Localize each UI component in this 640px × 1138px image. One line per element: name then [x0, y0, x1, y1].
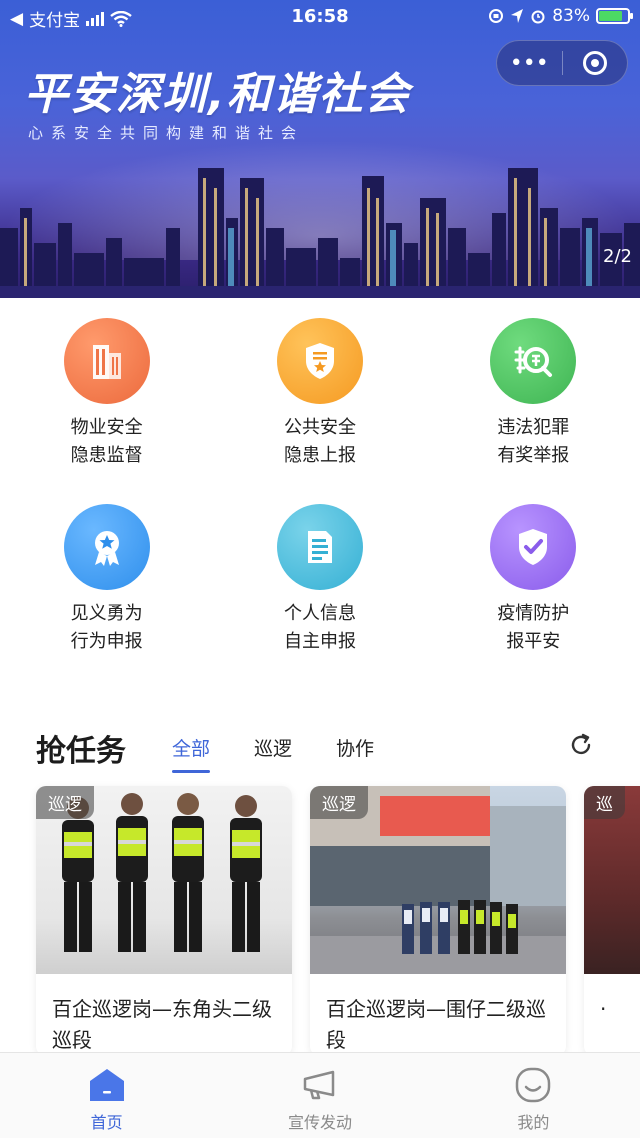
service-label: 物业安全 隐患监督 [70, 417, 143, 466]
tab-home[interactable]: 首页 [0, 1053, 213, 1138]
report-search-icon [514, 346, 553, 377]
tasks-title: 抢任务 [34, 726, 126, 770]
city-skyline-image [0, 168, 640, 298]
service-icon-circle [490, 318, 577, 404]
megaphone-icon [303, 1070, 335, 1100]
app-page: ◀ 支付宝 16:58 83% ••• 平安深圳,和谐社会 心系安全共同构建和谐… [0, 0, 640, 1138]
building-icon [92, 345, 121, 379]
banner-subtitle: 心系安全共同构建和谐社会 [28, 124, 305, 142]
tab-label: 宣传发动 [287, 1113, 352, 1132]
task-card[interactable]: 巡逻 百企巡逻岗—东角头二级巡段 [36, 786, 292, 1056]
service-epidemic-safety[interactable]: 疫情防护 报平安 [427, 504, 640, 656]
more-dots-icon: ••• [509, 50, 549, 76]
banner-title: 平安深圳,和谐社会 [24, 69, 411, 120]
bottom-tab-bar: 首页 宣传发动 我的 [0, 1052, 640, 1138]
shield-check-icon [519, 529, 548, 565]
service-label: 疫情防护 报平安 [497, 603, 570, 652]
service-icon-circle [63, 504, 150, 590]
tab-collaboration[interactable]: 协作 [336, 734, 374, 761]
status-bar: ◀ 支付宝 16:58 83% [0, 0, 640, 34]
task-title: · [600, 997, 607, 1021]
service-label: 见义勇为 行为申报 [70, 603, 143, 652]
miniprogram-capsule: ••• [496, 40, 628, 86]
service-public-safety[interactable]: 公共安全 隐患上报 [213, 318, 426, 470]
task-type-tag: 巡逻 [310, 786, 368, 819]
service-property-safety[interactable]: 物业安全 隐患监督 [0, 318, 213, 470]
battery-percent: 83% [552, 6, 590, 26]
service-personal-info[interactable]: 个人信息 自主申报 [213, 504, 426, 656]
more-options-button[interactable]: ••• [497, 41, 562, 85]
home-icon [89, 1069, 124, 1101]
task-card[interactable]: 巡逻 百企巡逻岗—围仔二级巡段 [310, 786, 566, 1056]
service-label: 违法犯罪 有奖举报 [497, 417, 570, 466]
task-photo: 巡 [584, 786, 640, 974]
medal-icon [94, 531, 119, 566]
service-icon-circle [276, 504, 363, 590]
service-label: 个人信息 自主申报 [283, 603, 356, 652]
service-grid: 物业安全 隐患监督 公共安全 隐患上报 违法犯罪 有奖举报 见义勇为 行为申报 个人信息 [0, 318, 640, 656]
refresh-icon[interactable] [568, 732, 594, 758]
battery-icon [596, 8, 633, 24]
banner-carousel[interactable]: ◀ 支付宝 16:58 83% ••• 平安深圳,和谐社会 心系安全共同构建和谐… [0, 0, 640, 298]
tab-patrol[interactable]: 巡逻 [254, 734, 292, 761]
carousel-pager: 2/2 [603, 246, 632, 267]
service-icon-circle [63, 318, 150, 404]
location-icon [511, 9, 524, 23]
target-icon [582, 51, 607, 75]
profile-icon [516, 1067, 551, 1103]
tasks-header: 抢任务 全部 巡逻 协作 [0, 722, 640, 778]
close-miniprogram-button[interactable] [563, 41, 628, 85]
service-icon-circle [490, 504, 577, 590]
alarm-icon [531, 10, 545, 24]
document-icon [307, 531, 332, 563]
service-heroic-deed[interactable]: 见义勇为 行为申报 [0, 504, 213, 656]
tab-label: 我的 [517, 1113, 550, 1132]
tab-publicity[interactable]: 宣传发动 [213, 1053, 426, 1138]
tab-profile[interactable]: 我的 [427, 1053, 640, 1138]
task-card[interactable]: 巡 · [584, 786, 640, 1056]
service-icon-circle [276, 318, 363, 404]
task-card-list: 巡逻 百企巡逻岗—东角头二级巡段 巡逻 百企巡逻岗—围仔二级巡段 巡 · [0, 786, 640, 1056]
service-crime-report[interactable]: 违法犯罪 有奖举报 [427, 318, 640, 470]
task-title: 百企巡逻岗—围仔二级巡段 [326, 997, 546, 1052]
task-type-tag: 巡 [584, 786, 625, 819]
task-type-tag: 巡逻 [36, 786, 94, 819]
task-photo: 巡逻 [36, 786, 292, 974]
shield-star-icon [305, 343, 334, 379]
service-label: 公共安全 隐患上报 [283, 417, 356, 466]
tab-all[interactable]: 全部 [172, 734, 211, 773]
task-photo: 巡逻 [310, 786, 566, 974]
rotation-lock-icon [489, 9, 504, 23]
task-title: 百企巡逻岗—东角头二级巡段 [52, 997, 272, 1052]
tab-label: 首页 [90, 1113, 123, 1132]
